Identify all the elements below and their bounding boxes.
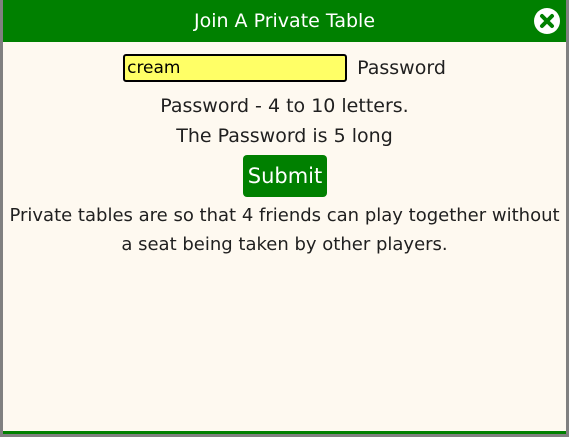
- password-label: Password: [357, 56, 446, 79]
- password-row: Password: [3, 52, 566, 83]
- dialog-titlebar: Join A Private Table: [3, 0, 566, 42]
- private-table-description: Private tables are so that 4 friends can…: [9, 205, 560, 255]
- submit-button[interactable]: Submit: [243, 155, 327, 197]
- password-input[interactable]: [123, 53, 348, 82]
- bottom-border: [3, 431, 566, 434]
- password-length-text: The Password is 5 long: [176, 125, 393, 147]
- private-table-dialog: Join A Private Table Password Password -…: [0, 0, 569, 437]
- password-rule-text: Password - 4 to 10 letters.: [160, 95, 409, 117]
- close-button[interactable]: [534, 8, 560, 34]
- dialog-title: Join A Private Table: [193, 10, 376, 32]
- close-icon: [540, 14, 554, 28]
